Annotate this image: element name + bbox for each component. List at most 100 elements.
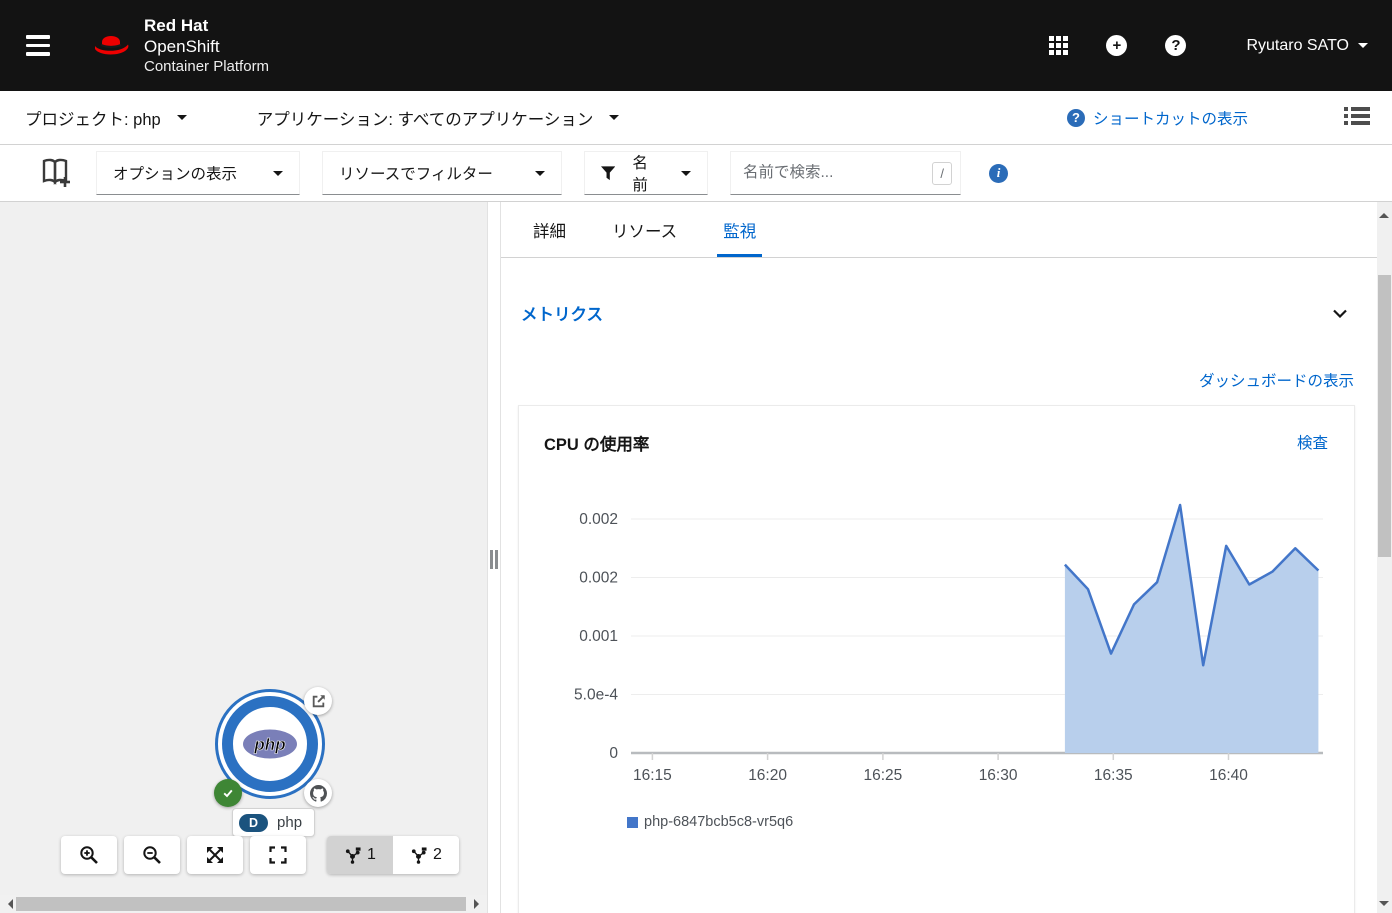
- metrics-section-header: メトリクス: [501, 258, 1377, 325]
- panel-resizer[interactable]: [487, 202, 501, 913]
- svg-text:0: 0: [609, 745, 618, 762]
- node-label-php[interactable]: D php: [232, 808, 315, 837]
- caret-down-icon: [1358, 43, 1368, 53]
- topology-side-panel: 詳細 リソース 監視 メトリクス ダッシュボードの表示 CPU の使用率 検査: [501, 202, 1377, 913]
- display-options-dropdown[interactable]: オプションの表示: [96, 151, 300, 195]
- add-button[interactable]: +: [1106, 35, 1127, 56]
- list-view-toggle[interactable]: [1344, 106, 1370, 129]
- caret-down-icon: [681, 171, 691, 181]
- nav-menu-button[interactable]: [12, 21, 64, 70]
- resize-handle[interactable]: [490, 550, 498, 569]
- svg-text:5.0e-4: 5.0e-4: [574, 687, 618, 704]
- scroll-up-arrow[interactable]: [1379, 208, 1389, 218]
- filter-funnel-icon: [601, 166, 615, 181]
- svg-text:0.001: 0.001: [579, 628, 618, 645]
- question-circle-icon: ?: [1067, 109, 1085, 127]
- brand-line2: OpenShift: [144, 36, 269, 57]
- side-panel-tabs: 詳細 リソース 監視: [501, 202, 1377, 258]
- plus-circle-icon: +: [1106, 35, 1127, 56]
- vertical-scrollbar-thumb[interactable]: [1378, 275, 1391, 557]
- help-circle-icon: ?: [1165, 35, 1186, 56]
- reset-view-button[interactable]: [250, 836, 306, 874]
- fit-to-screen-button[interactable]: [187, 836, 243, 874]
- github-icon: [310, 785, 327, 802]
- scroll-left-arrow[interactable]: [3, 899, 13, 909]
- source-code-decorator[interactable]: [304, 779, 332, 807]
- cpu-usage-chart: 16:15 16:20 16:25 16:30 16:35 16:40 0 5.0e-4 0.0…: [535, 485, 1340, 787]
- svg-text:16:25: 16:25: [864, 767, 903, 784]
- search-box: /: [730, 151, 961, 195]
- tab-resources[interactable]: リソース: [606, 202, 683, 257]
- svg-text:0.002: 0.002: [579, 570, 618, 587]
- cpu-usage-card: CPU の使用率 検査 16:1516:2016:2516:3016:3516:…: [518, 405, 1355, 913]
- chart-title: CPU の使用率: [544, 431, 649, 455]
- legend-label: php-6847bcb5c8-vr5q6: [644, 814, 793, 830]
- open-url-decorator[interactable]: [304, 687, 332, 715]
- collapse-section-button[interactable]: [1333, 306, 1347, 321]
- vertical-scrollbar[interactable]: [1377, 202, 1392, 913]
- filter-by-resource-dropdown[interactable]: リソースでフィルター: [322, 151, 562, 195]
- horizontal-scrollbar-thumb[interactable]: [16, 897, 466, 911]
- metrics-title: メトリクス: [521, 301, 603, 325]
- php-logo: php: [242, 728, 298, 760]
- svg-text:16:30: 16:30: [979, 767, 1018, 784]
- topology-node-php[interactable]: php: [215, 689, 325, 799]
- chart-legend: php-6847bcb5c8-vr5q6: [627, 814, 1354, 830]
- topology-level-1-button[interactable]: 1: [327, 836, 393, 874]
- deployment-badge: D: [239, 814, 268, 832]
- hamburger-icon: [26, 35, 50, 39]
- zoom-out-icon: [142, 845, 162, 865]
- tab-details[interactable]: 詳細: [527, 202, 572, 257]
- svg-text:16:35: 16:35: [1094, 767, 1133, 784]
- brand: Red Hat OpenShift Container Platform: [88, 16, 269, 76]
- legend-swatch: [627, 817, 638, 828]
- application-dropdown[interactable]: アプリケーション: すべてのアプリケーション: [257, 106, 620, 130]
- chevron-down-icon: [1333, 309, 1347, 318]
- fit-to-screen-icon: [268, 845, 288, 865]
- svg-text:16:20: 16:20: [748, 767, 787, 784]
- svg-text:php: php: [253, 735, 285, 754]
- caret-down-icon: [609, 115, 619, 125]
- topology-toolbar: オプションの表示 リソースでフィルター 名前 / i: [0, 145, 1392, 202]
- topology-controls: 1 2: [61, 836, 459, 874]
- quick-search-icon: [40, 158, 74, 188]
- external-link-icon: [311, 694, 326, 709]
- scroll-right-arrow[interactable]: [474, 899, 484, 909]
- brand-line1: Red Hat: [144, 16, 269, 36]
- view-dashboard-link[interactable]: ダッシュボードの表示: [1199, 369, 1354, 391]
- caret-down-icon: [273, 171, 283, 181]
- svg-text:16:40: 16:40: [1209, 767, 1248, 784]
- topology-canvas[interactable]: php: [0, 202, 487, 913]
- view-shortcuts-link[interactable]: ? ショートカットの表示: [1067, 107, 1248, 129]
- context-bar: プロジェクト: php アプリケーション: すべてのアプリケーション ? ショー…: [0, 91, 1392, 145]
- info-button[interactable]: i: [989, 164, 1008, 183]
- apps-grid-icon: [1049, 36, 1068, 55]
- quick-search-button[interactable]: [40, 158, 74, 188]
- masthead: Red Hat OpenShift Container Platform + ?…: [0, 0, 1392, 91]
- check-circle-icon: [220, 785, 236, 801]
- user-menu[interactable]: Ryutaro SATO: [1246, 37, 1368, 55]
- zoom-in-icon: [79, 845, 99, 865]
- redhat-logo: [88, 29, 134, 63]
- app-launcher-button[interactable]: [1049, 36, 1068, 55]
- scroll-down-arrow[interactable]: [1379, 901, 1389, 911]
- build-status-decorator[interactable]: [214, 779, 242, 807]
- caret-down-icon: [177, 115, 187, 125]
- brand-line3: Container Platform: [144, 57, 269, 76]
- list-view-icon: [1344, 106, 1370, 126]
- svg-text:16:15: 16:15: [633, 767, 672, 784]
- horizontal-scrollbar[interactable]: [0, 895, 487, 913]
- zoom-in-button[interactable]: [61, 836, 117, 874]
- user-name: Ryutaro SATO: [1246, 37, 1349, 55]
- search-input[interactable]: [743, 164, 932, 182]
- tab-observe[interactable]: 監視: [717, 202, 762, 257]
- name-filter-dropdown[interactable]: 名前: [584, 151, 708, 195]
- inspect-link[interactable]: 検査: [1297, 431, 1328, 453]
- caret-down-icon: [535, 171, 545, 181]
- node-name: php: [277, 814, 302, 831]
- help-button[interactable]: ?: [1165, 35, 1186, 56]
- zoom-out-button[interactable]: [124, 836, 180, 874]
- project-dropdown[interactable]: プロジェクト: php: [25, 106, 187, 130]
- topology-view-icon: [344, 847, 361, 864]
- topology-level-2-button[interactable]: 2: [393, 836, 459, 874]
